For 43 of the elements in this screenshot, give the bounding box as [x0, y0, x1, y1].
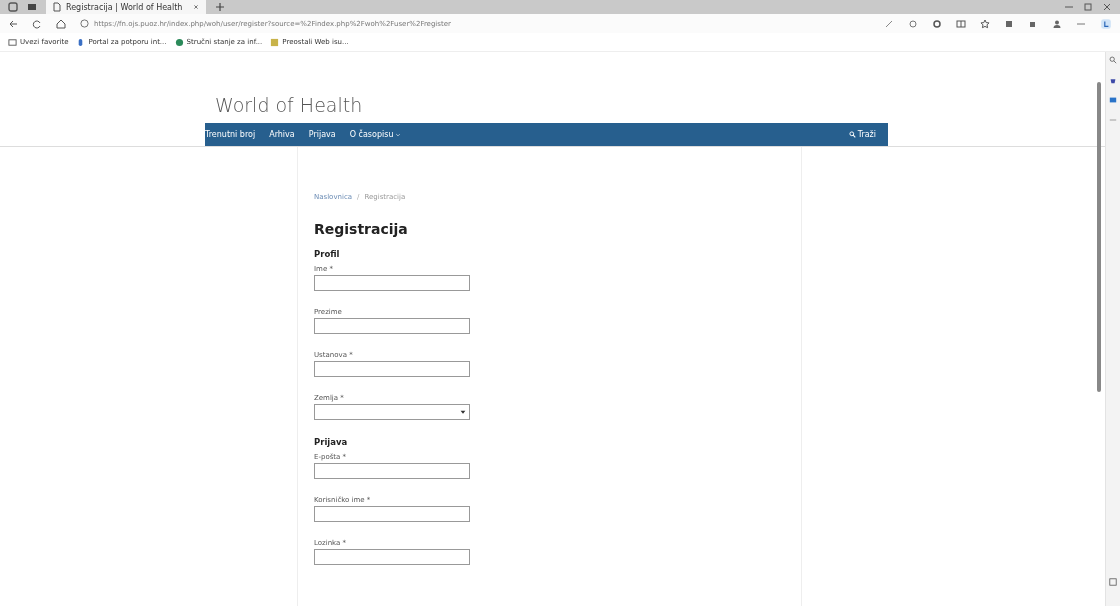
star-icon[interactable]	[980, 18, 990, 29]
profile-icon[interactable]	[1052, 18, 1062, 29]
input-field[interactable]	[314, 549, 470, 565]
page-icon	[52, 2, 62, 12]
close-icon[interactable]	[192, 3, 200, 11]
import-icon	[8, 37, 17, 47]
home-icon[interactable]	[56, 18, 66, 29]
tab-title: Registracija | World of Health	[66, 2, 184, 12]
section-heading: Prijava	[314, 437, 348, 447]
nav-link[interactable]: Arhiva	[269, 130, 295, 139]
input-field[interactable]	[314, 506, 470, 522]
site-icon	[174, 37, 184, 47]
tab-actions-icon[interactable]	[27, 2, 37, 12]
scrollbar-thumb[interactable]	[1097, 82, 1101, 392]
refresh-icon[interactable]	[32, 18, 42, 29]
page-heading: Registracija	[314, 221, 408, 237]
site-title[interactable]: World of Health	[205, 94, 363, 123]
info-icon	[80, 19, 89, 28]
nav-link[interactable]: Trenutni broj	[205, 130, 256, 139]
select-field[interactable]	[314, 404, 470, 420]
search-link[interactable]: Traži	[848, 130, 876, 139]
input-field[interactable]	[314, 275, 470, 291]
workspaces-icon[interactable]	[8, 2, 18, 12]
site-icon	[270, 37, 280, 47]
shopping-icon[interactable]	[1109, 76, 1117, 84]
nav-link[interactable]: O časopisu	[349, 130, 402, 139]
input-field[interactable]	[314, 463, 470, 479]
caret-icon	[460, 409, 466, 415]
search-icon[interactable]	[1109, 56, 1117, 64]
nav-link[interactable]: Prijava	[308, 130, 336, 139]
section-heading: Profil	[314, 249, 340, 259]
search-icon	[848, 131, 856, 138]
back-icon[interactable]	[8, 18, 18, 29]
office-icon[interactable]	[1109, 96, 1117, 104]
input-field[interactable]	[314, 318, 470, 334]
maximize-icon[interactable]	[1083, 2, 1093, 12]
close-icon[interactable]	[1102, 2, 1112, 12]
copilot-icon[interactable]	[1100, 17, 1112, 30]
input-field[interactable]	[314, 361, 470, 377]
sidebar-toggle-icon[interactable]	[1109, 578, 1117, 586]
new-tab-icon[interactable]	[215, 2, 225, 12]
split-screen-icon[interactable]	[956, 18, 966, 29]
browser-tab[interactable]: Registracija | World of Health	[46, 0, 206, 14]
